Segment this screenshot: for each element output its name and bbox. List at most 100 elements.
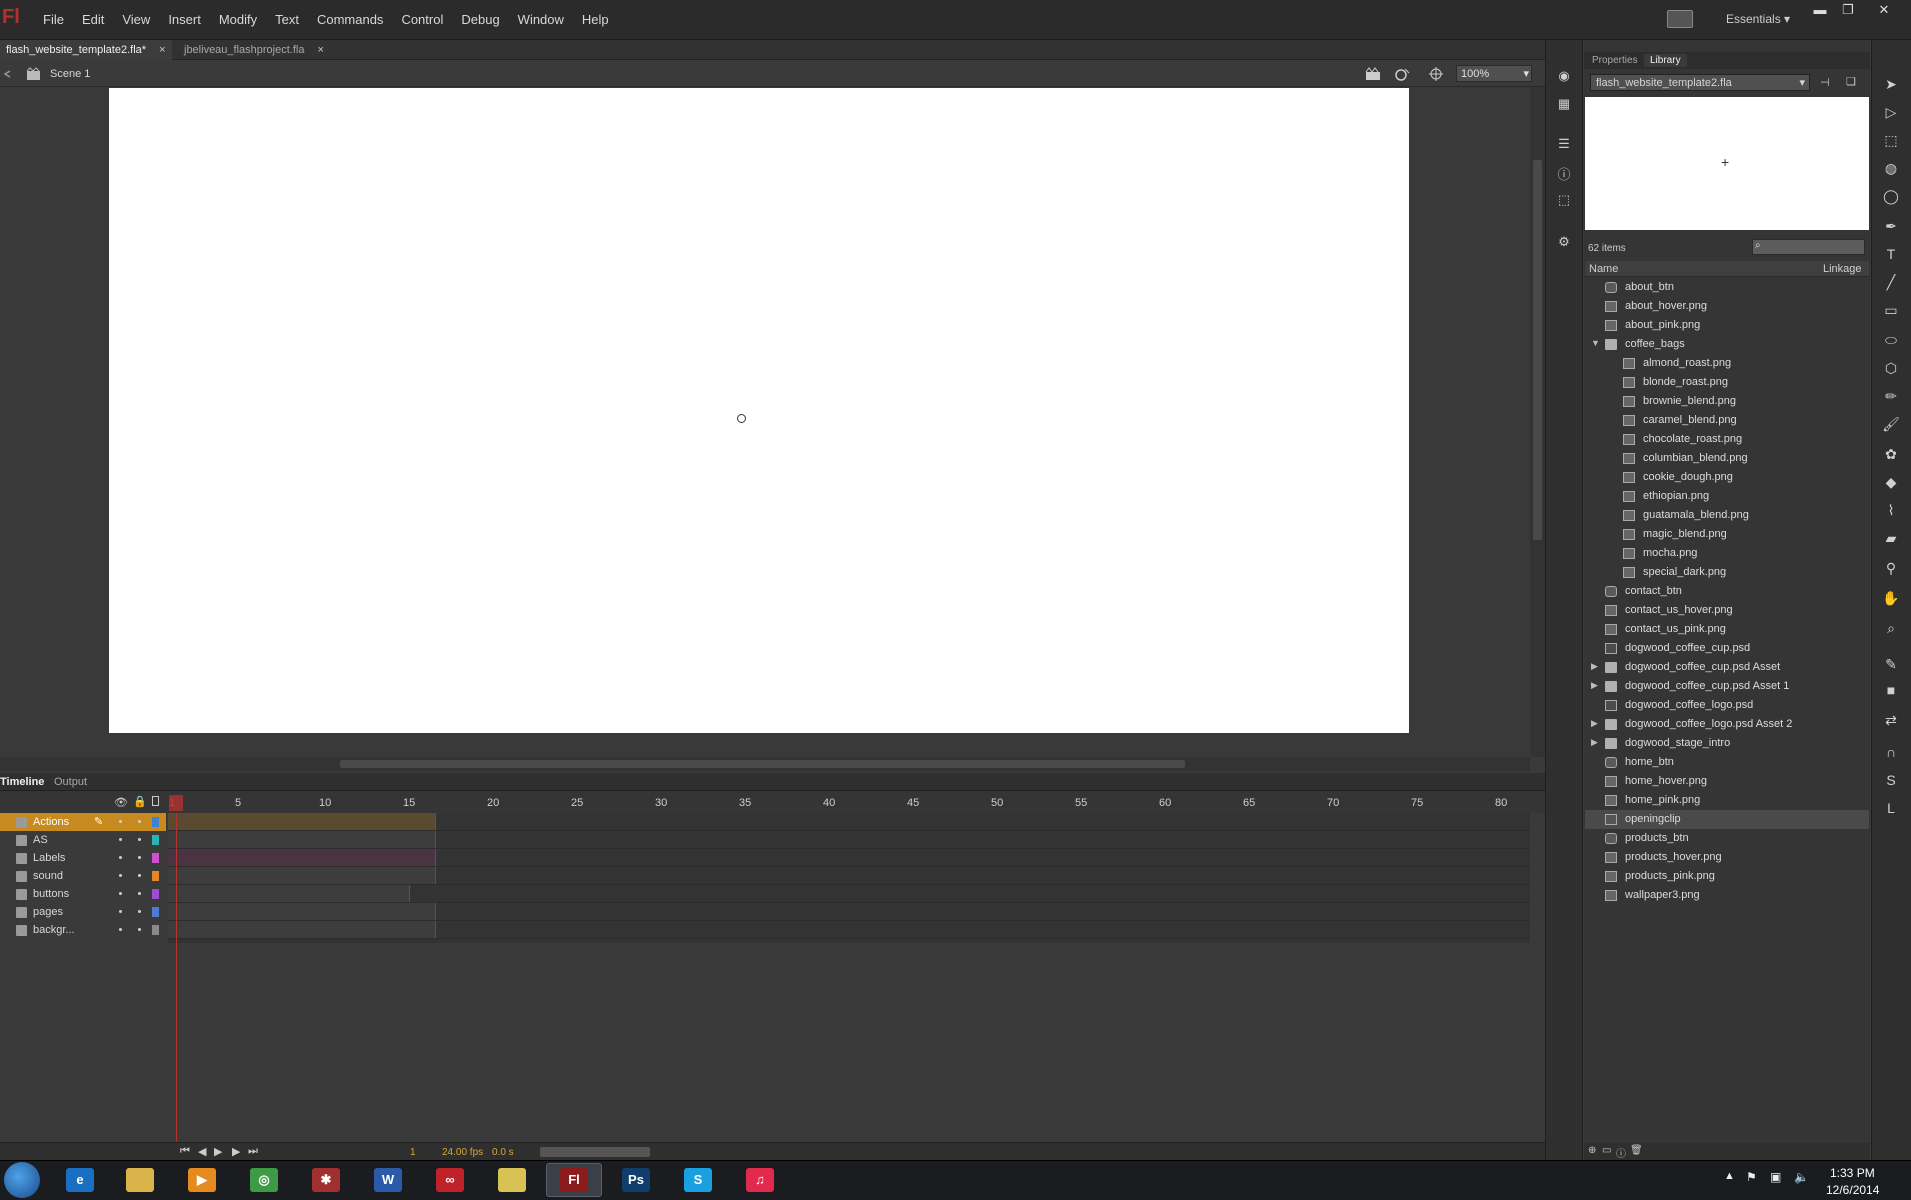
step-back-icon[interactable]: ◀	[198, 1145, 206, 1158]
selection-tool-icon[interactable]: ➤	[1881, 76, 1901, 96]
library-document-select[interactable]: flash_website_template2.fla ▾	[1590, 74, 1810, 91]
step-forward-icon[interactable]: ▶	[232, 1145, 240, 1158]
back-arrow-icon[interactable]	[2, 69, 12, 79]
layer-row-actions[interactable]: Actions ✎	[0, 813, 166, 831]
smooth-tool-icon[interactable]: S	[1881, 772, 1901, 792]
library-item[interactable]: brownie_blend.png	[1585, 392, 1869, 411]
swap-colors-icon[interactable]: ⇄	[1881, 712, 1901, 732]
folder-collapsed-icon[interactable]: ▶	[1591, 737, 1598, 748]
menu-commands[interactable]: Commands	[308, 12, 392, 27]
new-folder-icon[interactable]: ▭	[1602, 1145, 1611, 1156]
straighten-tool-icon[interactable]: L	[1881, 800, 1901, 820]
outline-icon[interactable]	[152, 796, 159, 806]
close-button[interactable]: ✕	[1870, 2, 1898, 20]
color-icon[interactable]: ☰	[1556, 136, 1572, 151]
frame-row[interactable]	[168, 849, 1530, 867]
library-item[interactable]: contact_btn	[1585, 582, 1869, 601]
free-transform-tool-icon[interactable]: ⬚	[1881, 132, 1901, 152]
frame-row[interactable]	[168, 903, 1530, 921]
clock-date[interactable]: 12/6/2014	[1826, 1183, 1879, 1197]
lock-icon[interactable]: 🔒	[133, 795, 147, 808]
properties-icon[interactable]: ⓘ	[1616, 1145, 1626, 1160]
go-to-first-frame-icon[interactable]: ⏮	[180, 1145, 190, 1158]
rectangle-tool-icon[interactable]: ▭	[1881, 302, 1901, 322]
lock-dot[interactable]	[138, 874, 141, 877]
menu-control[interactable]: Control	[392, 12, 452, 27]
menu-insert[interactable]: Insert	[159, 12, 210, 27]
center-stage-icon[interactable]	[1428, 66, 1444, 82]
lock-dot[interactable]	[138, 928, 141, 931]
frame-span[interactable]	[168, 903, 436, 920]
library-item[interactable]: about_pink.png	[1585, 316, 1869, 335]
menu-modify[interactable]: Modify	[210, 12, 266, 27]
timeline-frames[interactable]	[168, 813, 1530, 943]
folder-collapsed-icon[interactable]: ▶	[1591, 661, 1598, 672]
lock-dot[interactable]	[138, 838, 141, 841]
align-icon[interactable]: ▦	[1556, 96, 1572, 111]
library-item[interactable]: home_btn	[1585, 753, 1869, 772]
library-item[interactable]: ▶ dogwood_coffee_cup.psd Asset 1	[1585, 677, 1869, 696]
library-item[interactable]: chocolate_roast.png	[1585, 430, 1869, 449]
stage-horizontal-scroll-thumb[interactable]	[340, 760, 1185, 768]
new-library-panel-icon[interactable]: ❏	[1846, 75, 1856, 88]
visibility-dot[interactable]	[119, 838, 122, 841]
library-search-input[interactable]: ⌕	[1752, 239, 1865, 255]
menu-debug[interactable]: Debug	[452, 12, 508, 27]
frame-span[interactable]	[168, 921, 436, 938]
library-item[interactable]: contact_us_hover.png	[1585, 601, 1869, 620]
frame-span[interactable]	[168, 831, 436, 848]
folder-collapsed-icon[interactable]: ▶	[1591, 718, 1598, 729]
zoom-tool-icon[interactable]: ⌕	[1881, 620, 1901, 640]
tab-timeline[interactable]: Timeline	[0, 776, 44, 788]
library-item[interactable]: mocha.png	[1585, 544, 1869, 563]
network-icon[interactable]: ▣	[1770, 1170, 1781, 1184]
text-tool-icon[interactable]: T	[1881, 246, 1901, 266]
edit-scene-icon[interactable]	[1364, 66, 1384, 82]
close-icon[interactable]: ×	[318, 44, 324, 56]
stage-vertical-scroll-thumb[interactable]	[1533, 160, 1542, 540]
visibility-dot[interactable]	[119, 820, 122, 823]
library-item[interactable]: contact_us_pink.png	[1585, 620, 1869, 639]
library-item[interactable]: blonde_roast.png	[1585, 373, 1869, 392]
doc-tab-jbeliveau[interactable]: jbeliveau_flashproject.fla ×	[178, 40, 344, 60]
volume-icon[interactable]: 🔈	[1794, 1170, 1809, 1184]
library-item[interactable]: products_pink.png	[1585, 867, 1869, 886]
start-button[interactable]	[4, 1162, 40, 1198]
lock-dot[interactable]	[138, 910, 141, 913]
column-name[interactable]: Name	[1589, 263, 1618, 275]
layer-row-as[interactable]: AS	[0, 831, 166, 849]
hand-tool-icon[interactable]: ✋	[1881, 590, 1901, 610]
workspace-sync-icon[interactable]	[1667, 10, 1693, 28]
library-item[interactable]: guatamala_blend.png	[1585, 506, 1869, 525]
column-linkage[interactable]: Linkage	[1823, 263, 1862, 275]
library-item[interactable]: caramel_blend.png	[1585, 411, 1869, 430]
library-item[interactable]: ▶ dogwood_coffee_logo.psd Asset 2	[1585, 715, 1869, 734]
library-item[interactable]: products_hover.png	[1585, 848, 1869, 867]
library-item[interactable]: dogwood_coffee_logo.psd	[1585, 696, 1869, 715]
zoom-select[interactable]: 100% ▾	[1456, 65, 1532, 82]
playhead-handle[interactable]	[169, 795, 183, 811]
menu-window[interactable]: Window	[509, 12, 573, 27]
brush-tool-icon[interactable]: 🖌	[1881, 416, 1901, 436]
layer-row-background[interactable]: backgr...	[0, 921, 166, 939]
layer-row-sound[interactable]: sound	[0, 867, 166, 885]
visibility-dot[interactable]	[119, 874, 122, 877]
doc-tab-template2[interactable]: flash_website_template2.fla* ×	[0, 40, 172, 60]
close-icon[interactable]: ×	[159, 44, 165, 56]
snap-tool-icon[interactable]: ∩	[1881, 744, 1901, 764]
frame-row[interactable]	[168, 885, 1530, 903]
library-item[interactable]: special_dark.png	[1585, 563, 1869, 582]
3d-rotation-tool-icon[interactable]: ◍	[1881, 160, 1901, 180]
visibility-dot[interactable]	[119, 856, 122, 859]
timeline-scroll-thumb[interactable]	[540, 1147, 650, 1157]
tab-properties[interactable]: Properties	[1586, 54, 1644, 67]
library-item[interactable]: columbian_blend.png	[1585, 449, 1869, 468]
visibility-dot[interactable]	[119, 892, 122, 895]
library-item[interactable]: dogwood_coffee_cup.psd	[1585, 639, 1869, 658]
frame-row[interactable]	[168, 921, 1530, 939]
layer-row-pages[interactable]: pages	[0, 903, 166, 921]
minimize-button[interactable]: ▬	[1806, 2, 1834, 20]
folder-collapsed-icon[interactable]: ▶	[1591, 680, 1598, 691]
layer-row-buttons[interactable]: buttons	[0, 885, 166, 903]
lock-dot[interactable]	[138, 892, 141, 895]
